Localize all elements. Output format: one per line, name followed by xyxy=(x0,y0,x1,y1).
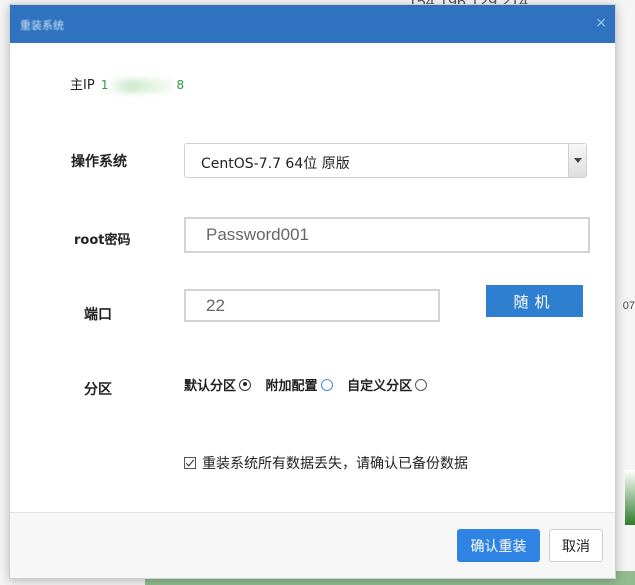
radio-checked-icon[interactable] xyxy=(239,378,252,391)
partition-option-default[interactable]: 默认分区 xyxy=(184,375,252,394)
page: 154.196.129.214 07 重装系统 × 主IP 18 操作系统 Ce… xyxy=(0,0,635,585)
partition-option-default-label: 默认分区 xyxy=(184,379,237,394)
backup-confirm-text: 重装系统所有数据丢失，请确认已备份数据 xyxy=(202,456,468,472)
partition-option-extra[interactable]: 附加配置 xyxy=(266,375,333,394)
os-select[interactable]: CentOS-7.7 64位 原版 xyxy=(184,143,587,178)
ip-redaction-mask xyxy=(110,78,173,93)
chevron-down-icon[interactable] xyxy=(568,144,586,177)
partition-option-custom[interactable]: 自定义分区 xyxy=(347,375,428,394)
root-password-input[interactable] xyxy=(184,217,590,253)
background-side-text: 07 xyxy=(622,300,635,312)
main-ip-value-end: 8 xyxy=(176,78,185,92)
confirm-reinstall-button[interactable]: 确认重装 xyxy=(457,529,540,562)
close-icon[interactable]: × xyxy=(595,15,607,31)
radio-unchecked-icon[interactable] xyxy=(320,378,333,391)
dialog-footer: 确认重装 取消 xyxy=(10,512,615,578)
root-password-label: root密码 xyxy=(74,233,131,248)
main-ip-value-start: 1 xyxy=(100,78,109,92)
partition-option-custom-label: 自定义分区 xyxy=(347,379,413,394)
radio-unchecked-icon[interactable] xyxy=(415,378,428,391)
background-chart-fragment xyxy=(625,470,635,525)
cancel-button[interactable]: 取消 xyxy=(549,529,603,562)
partition-option-extra-label: 附加配置 xyxy=(265,379,318,394)
port-label: 端口 xyxy=(84,307,112,323)
partition-options: 默认分区 附加配置 自定义分区 xyxy=(184,375,437,394)
checkbox-checked-icon[interactable] xyxy=(184,457,196,469)
dialog-title: 重装系统 xyxy=(20,19,64,32)
os-label: 操作系统 xyxy=(71,154,127,170)
os-selected-value: CentOS-7.7 64位 原版 xyxy=(201,156,350,172)
main-ip-label: 主IP xyxy=(70,78,95,93)
reinstall-dialog: 重装系统 × 主IP 1 8 操作系统 CentOS-7.7 64位 原版 roo… xyxy=(9,4,616,579)
partition-label: 分区 xyxy=(84,382,112,398)
dialog-header: 重装系统 × xyxy=(10,5,615,43)
main-ip-row: 主IP 1 8 xyxy=(70,74,184,93)
port-input[interactable] xyxy=(184,289,440,322)
random-port-button[interactable]: 随机 xyxy=(486,285,583,317)
backup-confirm-row[interactable]: 重装系统所有数据丢失，请确认已备份数据 xyxy=(184,453,468,473)
